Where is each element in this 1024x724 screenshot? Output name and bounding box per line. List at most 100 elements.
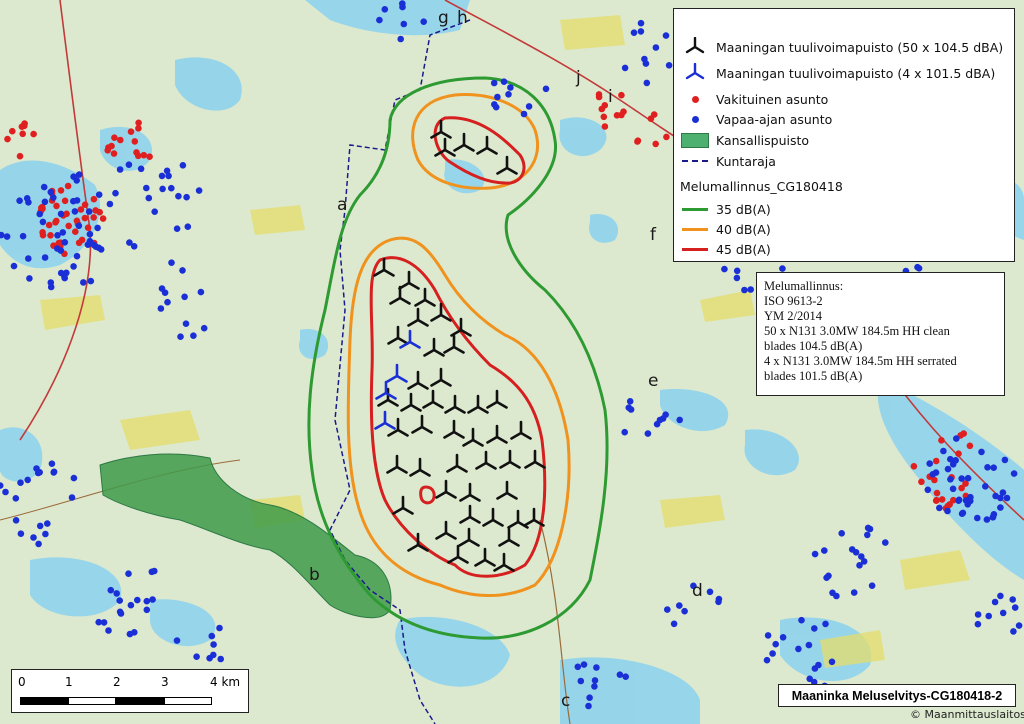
holiday-residence-dot bbox=[36, 469, 43, 476]
holiday-residence-dot bbox=[828, 658, 836, 666]
holiday-residence-dot bbox=[821, 547, 828, 554]
holiday-residence-dot bbox=[664, 606, 671, 613]
holiday-residence-dot bbox=[985, 612, 992, 620]
holiday-residence-dot bbox=[59, 229, 67, 236]
holiday-residence-dot bbox=[764, 632, 772, 639]
permanent-residence-dot bbox=[39, 231, 47, 239]
holiday-residence-dot bbox=[168, 259, 175, 267]
holiday-residence-dot bbox=[974, 620, 982, 628]
holiday-residence-dot bbox=[100, 619, 108, 626]
holiday-residence-dot bbox=[151, 567, 158, 575]
permanent-residence-dot bbox=[127, 128, 135, 135]
holiday-residence-dot bbox=[992, 492, 999, 500]
holiday-residence-dot bbox=[520, 110, 528, 118]
holiday-residence-dot bbox=[97, 246, 105, 253]
permanent-residence-dot bbox=[601, 123, 609, 130]
holiday-residence-dot bbox=[75, 222, 83, 230]
holiday-residence-dot bbox=[637, 28, 645, 35]
holiday-residence-dot bbox=[850, 589, 858, 596]
permanent-residence-dot bbox=[933, 489, 941, 497]
holiday-residence-dot bbox=[24, 476, 32, 484]
holiday-residence-dot bbox=[1009, 596, 1016, 603]
permanent-residence-dot bbox=[955, 450, 962, 458]
permanent-residence-dot bbox=[53, 217, 60, 225]
holiday-residence-dot bbox=[217, 655, 224, 663]
holiday-residence-dot bbox=[190, 332, 197, 340]
holiday-residence-dot bbox=[125, 570, 132, 577]
holiday-residence-dot bbox=[733, 267, 741, 275]
holiday-residence-dot bbox=[44, 520, 51, 527]
permanent-residence-dot bbox=[918, 478, 925, 486]
holiday-residence-dot bbox=[676, 416, 683, 424]
permanent-residence-dot bbox=[146, 153, 153, 160]
holiday-residence-dot bbox=[924, 486, 932, 494]
holiday-residence-dot bbox=[706, 588, 714, 596]
permanent-residence-dot bbox=[99, 215, 107, 222]
holiday-residence-dot bbox=[805, 641, 813, 649]
holiday-residence-dot bbox=[197, 288, 205, 296]
holiday-residence-dot bbox=[656, 416, 664, 424]
holiday-residence-dot bbox=[376, 16, 383, 24]
holiday-residence-dot bbox=[397, 35, 405, 43]
holiday-residence-dot bbox=[134, 596, 141, 604]
permanent-residence-dot bbox=[910, 463, 918, 470]
scale-segment bbox=[68, 697, 116, 705]
red-line-icon bbox=[682, 247, 708, 251]
permanent-residence-dot bbox=[45, 221, 53, 229]
permanent-residence-dot bbox=[618, 91, 625, 99]
info-line: blades 104.5 dB(A) bbox=[764, 339, 863, 353]
holiday-residence-dot bbox=[1010, 470, 1018, 477]
legend-item-park: Kansallispuisto bbox=[680, 130, 809, 150]
holiday-residence-dot bbox=[70, 197, 77, 205]
holiday-residence-dot bbox=[181, 293, 188, 301]
holiday-residence-dot bbox=[70, 173, 77, 180]
holiday-residence-dot bbox=[858, 553, 865, 560]
permanent-residence-dot bbox=[931, 476, 938, 484]
holiday-residence-dot bbox=[490, 79, 498, 87]
holiday-residence-dot bbox=[127, 601, 135, 609]
info-line: Melumallinnus: bbox=[764, 279, 844, 293]
map-title: Maaninka Meluselvitys-CG180418-2 bbox=[778, 684, 1016, 707]
holiday-residence-dot bbox=[94, 224, 101, 232]
permanent-residence-dot bbox=[84, 224, 92, 231]
holiday-residence-dot bbox=[54, 245, 61, 252]
holiday-residence-dot bbox=[779, 265, 786, 272]
holiday-residence-dot bbox=[670, 620, 678, 628]
holiday-residence-dot bbox=[652, 44, 660, 51]
holiday-residence-dot bbox=[622, 673, 629, 680]
holiday-residence-dot bbox=[838, 530, 845, 537]
permanent-residence-dot bbox=[938, 496, 946, 503]
holiday-residence-dot bbox=[39, 218, 47, 226]
holiday-residence-dot bbox=[829, 589, 836, 597]
orange-line-icon bbox=[682, 227, 708, 231]
permanent-residence-dot bbox=[75, 239, 83, 247]
park-swatch-icon bbox=[681, 132, 709, 148]
holiday-residence-dot bbox=[974, 514, 981, 522]
site-label-g: g bbox=[438, 8, 449, 28]
holiday-residence-dot bbox=[955, 497, 962, 505]
holiday-residence-dot bbox=[616, 671, 624, 678]
holiday-residence-dot bbox=[964, 474, 972, 482]
holiday-residence-dot bbox=[36, 522, 44, 530]
holiday-residence-dot bbox=[591, 677, 599, 684]
permanent-residence-dot bbox=[620, 108, 627, 115]
holiday-residence-dot bbox=[978, 448, 985, 456]
holiday-residence-dot bbox=[12, 495, 20, 502]
holiday-residence-dot bbox=[183, 193, 190, 201]
holiday-residence-dot bbox=[936, 504, 943, 512]
holiday-residence-dot bbox=[882, 539, 889, 546]
permanent-residence-dot bbox=[117, 136, 124, 144]
permanent-residence-dot bbox=[30, 130, 37, 138]
holiday-residence-dot bbox=[63, 269, 70, 277]
scale-label: 4 km bbox=[210, 675, 241, 689]
holiday-residence-dot bbox=[182, 320, 190, 328]
holiday-residence-dot bbox=[500, 78, 508, 85]
permanent-residence-dot bbox=[111, 134, 118, 141]
legend-label: Vakituinen asunto bbox=[716, 91, 829, 107]
permanent-residence-dot bbox=[81, 201, 89, 208]
holiday-residence-dot bbox=[999, 609, 1007, 617]
holiday-residence-dot bbox=[505, 91, 512, 98]
legend-heading: Melumallinnus_CG180418 bbox=[680, 179, 843, 194]
permanent-residence-dot bbox=[19, 130, 27, 138]
holiday-residence-dot bbox=[577, 677, 585, 685]
